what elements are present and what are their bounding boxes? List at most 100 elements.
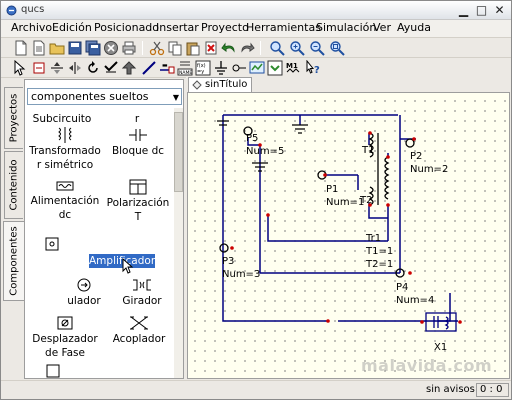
whats-this-help-icon[interactable]: ? xyxy=(305,60,321,76)
scrollbar-thumb[interactable] xyxy=(174,112,183,192)
svg-text:?: ? xyxy=(314,65,320,76)
component-resistor[interactable]: r xyxy=(102,112,172,126)
mirror-y-icon[interactable] xyxy=(67,60,83,76)
window-title: qucs xyxy=(21,4,45,15)
tab-contenido[interactable]: Contenido xyxy=(4,151,23,219)
label-tr1-t2: T2=1 xyxy=(366,259,394,270)
dc-feed-icon xyxy=(56,181,74,191)
schematic-document-icon xyxy=(192,80,202,90)
print-icon[interactable] xyxy=(121,40,137,56)
label-p4: P4 xyxy=(396,282,409,293)
menu-herramientas[interactable]: Herramientas xyxy=(246,21,321,34)
component-partial-item[interactable] xyxy=(45,364,61,378)
menu-ver[interactable]: Ver xyxy=(373,21,391,34)
delete-icon[interactable] xyxy=(203,40,219,56)
component-gyrator[interactable]: Girador xyxy=(117,276,167,308)
tab-componentes[interactable]: Componentes xyxy=(3,221,24,301)
save-all-icon[interactable] xyxy=(85,40,101,56)
new-file-icon[interactable] xyxy=(13,40,29,56)
close-document-icon[interactable] xyxy=(103,40,119,56)
redo-icon[interactable] xyxy=(239,40,255,56)
pin xyxy=(458,320,462,324)
go-up-icon[interactable] xyxy=(121,60,137,76)
component-attenuator[interactable] xyxy=(37,236,67,252)
component-dc-block[interactable]: Bloque dc xyxy=(103,126,173,158)
component-isolator[interactable]: ulador xyxy=(67,276,101,308)
new-text-icon[interactable] xyxy=(31,40,47,56)
simulate-icon[interactable] xyxy=(249,60,265,76)
label-p3-num: Num=3 xyxy=(222,269,261,280)
mouse-cursor-icon xyxy=(122,258,134,274)
tab-document-sintitulo[interactable]: sinTítulo xyxy=(188,77,252,92)
port-p3 xyxy=(219,243,229,253)
select-pointer-icon[interactable] xyxy=(11,60,27,76)
menu-simulacion[interactable]: Simulación xyxy=(316,21,376,34)
attenuator-icon xyxy=(45,237,59,251)
isolator-icon xyxy=(77,278,91,292)
component-list-scrollbar[interactable] xyxy=(174,108,183,378)
pin xyxy=(368,131,372,135)
port-icon[interactable] xyxy=(231,60,247,76)
svg-text:=y: =y xyxy=(197,69,204,75)
bias-tee-icon xyxy=(129,179,147,195)
symmetric-transformer-icon xyxy=(58,127,72,143)
zoom-out-icon[interactable] xyxy=(309,40,325,56)
component-symmetric-transformer[interactable]: Transformado r simétrico xyxy=(27,126,103,172)
transformer-coil-secondary xyxy=(384,156,390,200)
equation-icon[interactable]: f(x) =y xyxy=(195,60,211,76)
maximize-button[interactable]: □ xyxy=(473,2,490,18)
ground-icon[interactable] xyxy=(213,60,229,76)
component-coupler[interactable]: Acoplador xyxy=(107,314,171,346)
component-list: Subcircuito r Transformado r simétrico B… xyxy=(27,108,173,378)
edit-component-icon[interactable] xyxy=(31,60,47,76)
ground-symbol xyxy=(292,124,308,134)
mirror-x-icon[interactable] xyxy=(49,60,65,76)
label-p4-num: Num=4 xyxy=(396,295,435,306)
rotate-icon[interactable] xyxy=(85,60,101,76)
zoom-selection-icon[interactable] xyxy=(329,40,345,56)
wire-label-icon[interactable]: ▬ xyxy=(159,60,175,76)
component-subcircuit[interactable]: Subcircuito xyxy=(27,112,97,126)
pin xyxy=(326,319,330,323)
menu-ayuda[interactable]: Ayuda xyxy=(397,21,431,34)
menu-proyecto[interactable]: Proyecto xyxy=(201,21,249,34)
component-bias-tee[interactable]: Polarización T xyxy=(103,178,173,224)
schematic-canvas[interactable]: P5 Num=5 T1 T2 P2 Num=2 P1 Num=1 Tr1 T1=… xyxy=(187,92,510,379)
title-bar[interactable]: qucs ▁ □ ✕ xyxy=(1,1,511,20)
label-p5: P5 xyxy=(246,133,259,144)
pin xyxy=(408,271,412,275)
cut-icon[interactable] xyxy=(149,40,165,56)
label-p1: P1 xyxy=(326,184,339,195)
pin xyxy=(386,155,390,159)
wire-icon[interactable] xyxy=(141,60,157,76)
tab-proyectos[interactable]: Proyectos xyxy=(4,87,23,149)
x1-capacitor xyxy=(433,316,439,328)
undo-icon[interactable] xyxy=(221,40,237,56)
marker-icon[interactable]: M1 xyxy=(285,60,301,76)
zoom-fit-icon[interactable] xyxy=(269,40,285,56)
view-data-icon[interactable] xyxy=(267,60,283,76)
component-phase-shifter[interactable]: Desplazador de Fase xyxy=(29,314,101,360)
menu-insertar[interactable]: Insertar xyxy=(156,21,199,34)
watermark-logo: malavida.com xyxy=(361,356,493,375)
minimize-button[interactable]: ▁ xyxy=(455,2,472,18)
dc-block-icon xyxy=(129,129,147,141)
pin xyxy=(386,203,390,207)
menu-edicion[interactable]: Edición xyxy=(52,21,92,34)
activate-component-icon[interactable] xyxy=(103,60,119,76)
status-bar: sin avisos 0 : 0 xyxy=(1,380,511,399)
close-button[interactable]: ✕ xyxy=(491,2,508,18)
open-folder-icon[interactable] xyxy=(49,40,65,56)
qucs-app-icon xyxy=(6,5,17,16)
zoom-in-icon[interactable] xyxy=(289,40,305,56)
paste-icon[interactable] xyxy=(185,40,201,56)
category-select[interactable]: componentes sueltos ▼ xyxy=(27,88,182,105)
menu-archivo[interactable]: Archivo xyxy=(11,21,52,34)
label-p5-num: Num=5 xyxy=(246,146,285,157)
menu-posicionado[interactable]: Posicionado xyxy=(94,21,159,34)
save-icon[interactable] xyxy=(67,40,83,56)
component-dc-feed[interactable]: Alimentación dc xyxy=(27,178,103,222)
gyrator-icon xyxy=(133,279,151,291)
name-label-icon[interactable]: NAME xyxy=(177,60,193,76)
copy-icon[interactable] xyxy=(167,40,183,56)
